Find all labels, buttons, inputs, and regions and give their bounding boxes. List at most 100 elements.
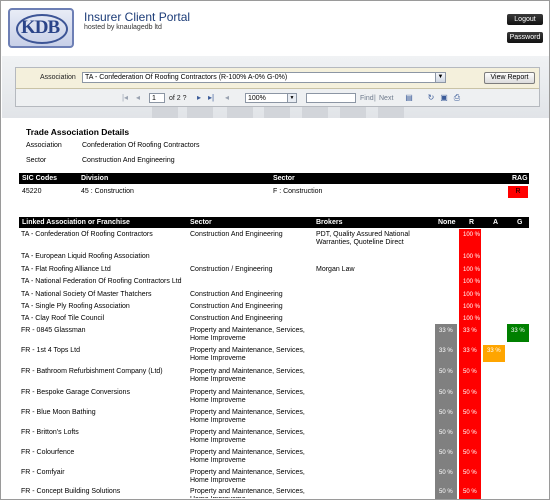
g-header: G xyxy=(517,219,523,226)
r-percent-cell: 50 % xyxy=(463,489,477,495)
report-viewer-toolbar: Association TA - Confederation Of Roofin… xyxy=(15,67,540,107)
trade-details-title: Trade Association Details xyxy=(26,127,130,137)
linked-sector-cell: Property and Maintenance, Services, Home… xyxy=(190,429,305,444)
sic-code-cell: 45220 xyxy=(22,188,42,195)
none-header: None xyxy=(438,219,456,226)
find-link[interactable]: Find xyxy=(360,93,374,104)
rag-header: RAG xyxy=(512,175,528,182)
linked-sector-cell: Property and Maintenance, Services, Home… xyxy=(190,389,305,404)
association-select[interactable]: TA - Confederation Of Roofing Contractor… xyxy=(82,72,446,83)
linked-sector-cell: Property and Maintenance, Services, Home… xyxy=(190,449,305,464)
refresh-icon[interactable]: ↻ xyxy=(426,93,436,103)
r-percent-cell: 50 % xyxy=(463,470,477,476)
zoom-select[interactable]: 100% ▼ xyxy=(245,93,297,103)
none-percent-cell: 50 % xyxy=(439,410,453,416)
last-page-icon[interactable]: ▸| xyxy=(206,93,216,103)
r-percent-cell: 50 % xyxy=(463,390,477,396)
none-percent-cell: 33 % xyxy=(439,348,453,354)
brokers-cell: Morgan Law xyxy=(316,266,355,273)
g-percent-cell: 33 % xyxy=(511,328,525,334)
logout-button[interactable]: Logout xyxy=(507,14,543,25)
linked-sector-cell: Construction / Engineering xyxy=(190,266,273,273)
find-input[interactable] xyxy=(306,93,356,103)
linked-sector-cell: Construction And Engineering xyxy=(190,303,283,310)
none-percent-cell: 50 % xyxy=(439,450,453,456)
kdb-logo: KDB xyxy=(8,8,74,48)
sic-table-header: SIC Codes Division Sector RAG xyxy=(19,173,529,184)
r-percent-cell: 33 % xyxy=(463,328,477,334)
brokers-cell: PDT, Quality Assured National Warranties… xyxy=(316,231,410,246)
none-percent-cell: 50 % xyxy=(439,390,453,396)
a-percent-cell: 33 % xyxy=(487,348,501,354)
linked-name-cell: FR - Colourfence xyxy=(21,449,75,456)
linked-sector-header: Sector xyxy=(190,219,212,226)
find-separator: | xyxy=(374,95,376,102)
linked-name-cell: TA - European Liquid Roofing Association xyxy=(21,253,150,260)
linked-sector-cell: Property and Maintenance, Services, Home… xyxy=(190,488,305,498)
linked-name-cell: FR - Comfyair xyxy=(21,469,65,476)
a-header: A xyxy=(493,219,499,226)
linked-name-cell: FR - Bathroom Refurbishment Company (Ltd… xyxy=(21,368,163,375)
report-band: Association TA - Confederation Of Roofin… xyxy=(2,56,549,118)
association-select-value: TA - Confederation Of Roofing Contractor… xyxy=(85,74,288,81)
next-page-icon[interactable]: ▸ xyxy=(194,93,204,103)
page-number-input[interactable]: 1 xyxy=(149,93,165,103)
portal-window: KDB Insurer Client Portal hosted by knau… xyxy=(0,0,550,500)
association-detail-value: Confederation Of Roofing Contractors xyxy=(82,142,200,149)
linked-name-cell: TA - Confederation Of Roofing Contractor… xyxy=(21,231,153,238)
portal-header: KDB Insurer Client Portal hosted by knau… xyxy=(2,2,549,52)
none-percent-cell: 50 % xyxy=(439,430,453,436)
print-icon[interactable]: ⎙ xyxy=(452,93,462,103)
back-icon[interactable]: ◂ xyxy=(222,93,232,103)
linked-sector-cell: Construction And Engineering xyxy=(190,231,283,238)
find-next-link[interactable]: Next xyxy=(379,93,393,104)
prev-page-icon[interactable]: ◂ xyxy=(133,93,143,103)
none-percent-cell: 33 % xyxy=(439,328,453,334)
linked-name-cell: TA - Single Ply Roofing Association xyxy=(21,303,130,310)
division-cell: 45 : Construction xyxy=(81,188,134,195)
r-percent-cell: 100 % xyxy=(463,304,481,310)
linked-name-cell: FR - Concept Building Solutions xyxy=(21,488,121,495)
view-report-button[interactable]: View Report xyxy=(484,72,535,84)
linked-name-cell: FR - 1st 4 Tops Ltd xyxy=(21,347,81,354)
brokers-header: Brokers xyxy=(316,219,343,226)
r-percent-cell: 100 % xyxy=(463,292,481,298)
paging-toolbar: |◂ ◂ 1 of 2 ? ▸ ▸| ◂ 100% ▼ Find | Next … xyxy=(16,90,539,107)
r-percent-cell: 100 % xyxy=(463,267,481,273)
zoom-value: 100% xyxy=(248,95,266,102)
association-detail-label: Association xyxy=(26,142,62,149)
linked-sector-cell: Construction And Engineering xyxy=(190,291,283,298)
r-percent-cell: 100 % xyxy=(463,279,481,285)
parameter-row: Association TA - Confederation Of Roofin… xyxy=(16,68,539,89)
association-label: Association xyxy=(40,74,76,81)
logo-text: KDB xyxy=(21,17,60,38)
r-percent-cell: 100 % xyxy=(463,316,481,322)
none-percent-cell: 50 % xyxy=(439,489,453,495)
sic-sector-cell: F : Construction xyxy=(273,188,323,195)
linked-name-cell: TA - Flat Roofing Alliance Ltd xyxy=(21,266,111,273)
linked-name-cell: FR - Blue Moon Bathing xyxy=(21,409,96,416)
first-page-icon[interactable]: |◂ xyxy=(120,93,130,103)
chevron-down-icon[interactable]: ▼ xyxy=(287,94,296,102)
linked-sector-cell: Property and Maintenance, Services, Home… xyxy=(190,347,305,362)
division-header: Division xyxy=(81,175,109,182)
linked-name-cell: TA - National Federation Of Roofing Cont… xyxy=(21,278,182,285)
linked-name-cell: FR - Bespoke Garage Conversions xyxy=(21,389,130,396)
portal-title: Insurer Client Portal xyxy=(84,10,191,24)
rag-status-badge: R xyxy=(508,186,528,198)
r-percent-cell: 50 % xyxy=(463,369,477,375)
password-button[interactable]: Password xyxy=(507,32,543,43)
sic-codes-header: SIC Codes xyxy=(22,175,58,182)
r-percent-cell: 50 % xyxy=(463,410,477,416)
linked-name-cell: TA - National Society Of Master Thatcher… xyxy=(21,291,152,298)
export-icon[interactable]: ▤ xyxy=(404,93,414,103)
linked-name-header: Linked Association or Franchise xyxy=(22,219,130,226)
linked-sector-cell: Property and Maintenance, Services, Home… xyxy=(190,368,305,383)
print-layout-icon[interactable]: ▣ xyxy=(439,93,449,103)
linked-name-cell: FR - Britton's Lofts xyxy=(21,429,79,436)
linked-sector-cell: Property and Maintenance, Services, Home… xyxy=(190,409,305,424)
sector-detail-label: Sector xyxy=(26,157,47,164)
r-percent-cell: 50 % xyxy=(463,430,477,436)
linked-name-cell: FR - 0845 Glassman xyxy=(21,327,86,334)
chevron-down-icon[interactable]: ▼ xyxy=(435,73,445,82)
